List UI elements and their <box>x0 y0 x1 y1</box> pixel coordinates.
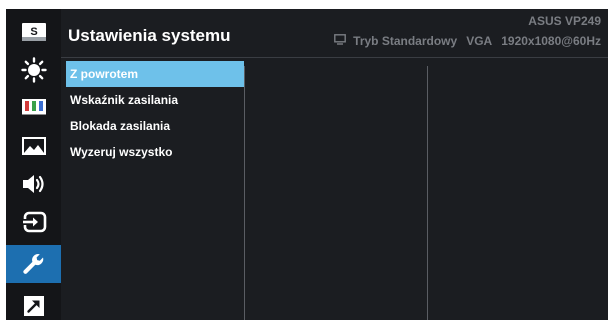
osd-menu: S Ustawienia systemu ASUS VP249 Tryb Sta… <box>6 9 608 320</box>
menu-item-power-key-lock[interactable]: Blokada zasilania <box>66 113 244 139</box>
monitor-model: ASUS VP249 <box>528 14 601 28</box>
page-title: Ustawienia systemu <box>68 26 231 45</box>
menu-item-power-indicator[interactable]: Wskaźnik zasilania <box>66 87 244 113</box>
sidebar-item-sound[interactable] <box>6 165 61 203</box>
menu-item-label: Wyzeruj wszystko <box>70 145 173 159</box>
menu-item-label: Wskaźnik zasilania <box>70 93 179 107</box>
speaker-icon <box>22 175 44 193</box>
monitor-icon <box>334 34 347 48</box>
wrench-icon <box>22 254 43 274</box>
sidebar-item-system[interactable] <box>6 245 61 283</box>
sidebar-item-splendid[interactable]: S <box>6 13 61 51</box>
shortcut-arrow-icon <box>23 296 44 316</box>
color-bars-icon <box>21 99 46 117</box>
svg-text:S: S <box>30 26 37 38</box>
menu-item-reset-all[interactable]: Wyzeruj wszystko <box>66 139 244 165</box>
system-settings-menu: Z powrotem Wskaźnik zasilania Blokada za… <box>66 61 244 165</box>
sidebar-item-image[interactable] <box>6 127 61 165</box>
sidebar-item-input[interactable] <box>6 203 61 241</box>
resolution-readout: 1920x1080@60Hz <box>501 34 601 48</box>
display-mode: Tryb Standardowy <box>353 34 458 48</box>
sidebar-item-brightness[interactable] <box>6 51 61 89</box>
menu-item-back[interactable]: Z powrotem <box>66 61 244 87</box>
column-divider <box>244 66 245 320</box>
menu-item-label: Blokada zasilania <box>70 119 171 133</box>
input-source: VGA <box>466 34 493 48</box>
splendid-s-icon: S <box>21 23 46 41</box>
brightness-sun-icon <box>20 57 47 83</box>
sidebar-item-color[interactable] <box>6 89 61 127</box>
category-sidebar: S <box>6 9 61 320</box>
sidebar-item-shortcut[interactable] <box>6 287 61 320</box>
image-landscape-icon <box>21 137 46 155</box>
input-select-icon <box>21 211 46 233</box>
signal-status: Tryb Standardowy VGA 1920x1080@60Hz <box>334 34 601 48</box>
menu-item-label: Z powrotem <box>70 67 138 81</box>
column-divider <box>427 66 428 320</box>
header-divider <box>61 57 608 58</box>
